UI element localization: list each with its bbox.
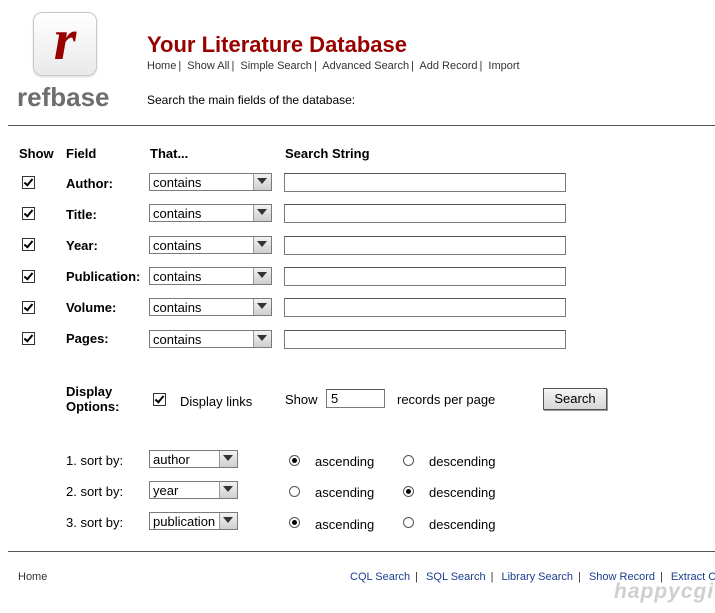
page-title: Your Literature Database: [147, 32, 408, 57]
year-operator-select[interactable]: contains: [149, 236, 272, 254]
top-navigation: Home | Show All | Simple Search | Advanced …: [147, 60, 520, 72]
pages-operator-value: contains: [153, 332, 202, 347]
year-search-input[interactable]: [284, 236, 566, 255]
records-per-page-input[interactable]: [326, 389, 385, 408]
volume-operator-value: contains: [153, 300, 202, 315]
search-button[interactable]: Search: [543, 388, 607, 410]
sort-field-select-3[interactable]: publication: [149, 512, 238, 530]
show-pages-checkbox[interactable]: [22, 332, 35, 345]
sort-1-descending-radio[interactable]: [403, 455, 414, 466]
nav-home[interactable]: Home: [147, 60, 176, 72]
field-label-year: Year:: [66, 238, 98, 253]
title-operator-select[interactable]: contains: [149, 204, 272, 222]
author-operator-value: contains: [153, 175, 202, 190]
chevron-down-icon: [253, 331, 271, 347]
pages-search-input[interactable]: [284, 330, 566, 349]
show-year-checkbox[interactable]: [22, 238, 35, 251]
publication-operator-select[interactable]: contains: [149, 267, 272, 285]
sort-field-select-2[interactable]: year: [149, 481, 238, 499]
records-per-page-label: records per page: [397, 392, 496, 407]
sort-3-ascending-radio[interactable]: [289, 517, 300, 528]
footer-cql-search-link[interactable]: CQL Search: [350, 571, 410, 583]
chevron-down-icon: [253, 299, 271, 315]
chevron-down-icon: [219, 482, 237, 498]
footer-sql-search-link[interactable]: SQL Search: [426, 571, 486, 583]
column-header-search-string: Search String: [285, 146, 370, 161]
field-label-publication: Publication:: [66, 269, 141, 284]
show-volume-checkbox[interactable]: [22, 301, 35, 314]
chevron-down-icon: [253, 268, 271, 284]
sort-1-ascending-radio[interactable]: [289, 455, 300, 466]
nav-show-all[interactable]: Show All: [187, 60, 229, 72]
publication-search-input[interactable]: [284, 267, 566, 286]
sort-2-descending-label: descending: [429, 485, 496, 500]
sort-2-ascending-radio[interactable]: [289, 486, 300, 497]
logo-letter: r: [53, 7, 77, 72]
refbase-logo-tile: r: [33, 7, 97, 76]
column-header-show: Show: [19, 146, 54, 161]
publication-operator-value: contains: [153, 269, 202, 284]
volume-operator-select[interactable]: contains: [149, 298, 272, 316]
chevron-down-icon: [219, 451, 237, 467]
field-label-pages: Pages:: [66, 331, 109, 346]
column-header-that: That...: [150, 146, 189, 161]
author-search-input[interactable]: [284, 173, 566, 192]
nav-advanced-search[interactable]: Advanced Search: [322, 60, 409, 72]
title-operator-value: contains: [153, 206, 202, 221]
logo-wordmark: refbase: [17, 82, 110, 112]
watermark: happycgi: [614, 580, 715, 603]
chevron-down-icon: [253, 174, 271, 190]
pages-operator-select[interactable]: contains: [149, 330, 272, 348]
sort-3-ascending-label: ascending: [315, 517, 375, 532]
nav-simple-search[interactable]: Simple Search: [240, 60, 312, 72]
field-label-title: Title:: [66, 207, 97, 222]
sort-3-descending-radio[interactable]: [403, 517, 414, 528]
sort-label-2: 2. sort by:: [66, 484, 124, 499]
field-label-author: Author:: [66, 176, 113, 191]
title-search-input[interactable]: [284, 204, 566, 223]
sort-field-value-1: author: [153, 452, 190, 467]
chevron-down-icon: [253, 205, 271, 221]
show-publication-checkbox[interactable]: [22, 270, 35, 283]
display-links-checkbox[interactable]: [153, 393, 166, 406]
sort-field-value-2: year: [153, 483, 179, 498]
footer-library-search-link[interactable]: Library Search: [501, 571, 573, 583]
sort-label-3: 3. sort by:: [66, 515, 124, 530]
sort-1-ascending-label: ascending: [315, 454, 375, 469]
show-author-checkbox[interactable]: [22, 176, 35, 189]
sort-field-select-1[interactable]: author: [149, 450, 238, 468]
sort-2-ascending-label: ascending: [315, 485, 375, 500]
display-links-label: Display links: [180, 394, 253, 409]
chevron-down-icon: [253, 237, 271, 253]
show-title-checkbox[interactable]: [22, 207, 35, 220]
sort-2-descending-radio[interactable]: [403, 486, 414, 497]
nav-import[interactable]: Import: [488, 60, 519, 72]
show-records-label: Show: [285, 392, 318, 407]
display-options-label-line2: Options:: [66, 399, 120, 414]
footer-divider: [8, 551, 715, 552]
sort-3-descending-label: descending: [429, 517, 496, 532]
display-options-label-line1: Display: [66, 384, 113, 399]
chevron-down-icon: [219, 513, 237, 529]
header-divider: [8, 125, 715, 126]
sort-1-descending-label: descending: [429, 454, 496, 469]
page-subtitle: Search the main fields of the database:: [147, 93, 356, 107]
footer-home-link[interactable]: Home: [18, 571, 47, 583]
year-operator-value: contains: [153, 238, 202, 253]
author-operator-select[interactable]: contains: [149, 173, 272, 191]
field-label-volume: Volume:: [66, 300, 117, 315]
sort-label-1: 1. sort by:: [66, 453, 124, 468]
column-header-field: Field: [66, 146, 97, 161]
sort-field-value-3: publication: [153, 514, 216, 529]
nav-add-record[interactable]: Add Record: [419, 60, 477, 72]
volume-search-input[interactable]: [284, 298, 566, 317]
